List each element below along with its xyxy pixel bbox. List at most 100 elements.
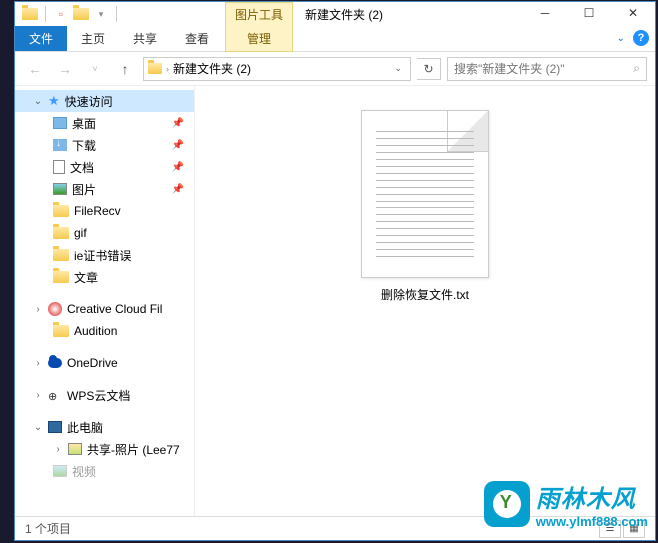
ribbon-tabs: 文件 主页 共享 查看 管理 ⌄ ? (15, 26, 655, 52)
divider (45, 6, 46, 22)
collapse-icon[interactable]: ⌄ (33, 96, 43, 107)
document-icon (53, 160, 65, 174)
sidebar-item-label: 快速访问 (65, 93, 113, 110)
contextual-tab-header: 图片工具 (225, 2, 293, 26)
folder-icon (53, 205, 69, 217)
qat-folder-icon[interactable] (72, 5, 90, 23)
breadcrumb: 新建文件夹 (2) (173, 60, 386, 77)
sidebar-item-desktop[interactable]: 桌面📌 (15, 112, 194, 134)
expand-icon[interactable]: › (33, 390, 43, 401)
sidebar-item-documents[interactable]: 文档 📌 (15, 156, 194, 178)
divider (116, 6, 117, 22)
creative-cloud-icon (48, 302, 62, 316)
view-switcher: ☰ ▦ (599, 520, 645, 538)
sidebar-item-label: OneDrive (67, 356, 118, 370)
pin-icon: 📌 (172, 118, 184, 129)
folder-icon (53, 325, 69, 337)
breadcrumb-item[interactable]: 新建文件夹 (2) (173, 60, 251, 77)
forward-button[interactable]: → (53, 57, 77, 81)
sidebar-item-label: 图片 (72, 181, 96, 198)
folder-icon (53, 249, 69, 261)
tab-share[interactable]: 共享 (119, 26, 171, 51)
sidebar-quick-access[interactable]: ⌄ ★ 快速访问 (15, 90, 194, 112)
sidebar-item-label: ie证书错误 (74, 247, 131, 264)
pin-icon: 📌 (172, 162, 184, 173)
sidebar-item-label: 文章 (74, 269, 98, 286)
up-button[interactable]: ↑ (113, 57, 137, 81)
help-icon[interactable]: ? (633, 30, 649, 46)
minimize-button[interactable]: ─ (523, 2, 567, 24)
close-button[interactable]: ✕ (611, 2, 655, 24)
back-button[interactable]: ← (23, 57, 47, 81)
sidebar-shared-photos[interactable]: › 共享-照片 (Lee77 (15, 438, 194, 460)
picture-icon (53, 183, 67, 195)
sidebar-item-filerecv[interactable]: FileRecv (15, 200, 194, 222)
file-item[interactable]: 删除恢复文件.txt (361, 110, 489, 303)
navigation-bar: ← → ˅ ↑ › 新建文件夹 (2) ⌄ ↻ ⌕ (15, 52, 655, 86)
recent-dropdown-icon[interactable]: ˅ (83, 57, 107, 81)
sidebar-item-label: 共享-照片 (Lee77 (87, 441, 180, 458)
window-title: 新建文件夹 (2) (305, 6, 383, 23)
picture-icon (68, 443, 82, 455)
status-bar: 1 个项目 ☰ ▦ (15, 516, 655, 540)
wps-icon: ⊕ (48, 390, 62, 400)
tab-home[interactable]: 主页 (67, 26, 119, 51)
sidebar-item-label: 下载 (72, 137, 96, 154)
search-input[interactable] (454, 62, 633, 76)
expand-icon[interactable]: › (53, 444, 63, 455)
onedrive-icon (48, 358, 62, 368)
window-controls: ─ ☐ ✕ (523, 2, 655, 24)
chevron-right-icon[interactable]: › (166, 64, 169, 74)
sidebar-item-label: 视频 (72, 463, 96, 480)
expand-icon[interactable]: › (33, 358, 43, 369)
star-icon: ★ (48, 93, 60, 109)
titlebar: ▫ ▾ 图片工具 新建文件夹 (2) ─ ☐ ✕ (15, 2, 655, 26)
ribbon-collapse-icon[interactable]: ⌄ (617, 33, 625, 44)
details-view-button[interactable]: ☰ (599, 520, 621, 538)
collapse-icon[interactable]: ⌄ (33, 422, 43, 433)
sidebar-item-label: WPS云文档 (67, 387, 130, 404)
sidebar-item-downloads[interactable]: 下载 📌 (15, 134, 194, 156)
sidebar-audition[interactable]: Audition (15, 320, 194, 342)
folder-icon (53, 271, 69, 283)
icons-view-button[interactable]: ▦ (623, 520, 645, 538)
sidebar-item-gif[interactable]: gif (15, 222, 194, 244)
sidebar-creative-cloud[interactable]: › Creative Cloud Fil (15, 298, 194, 320)
video-icon (53, 465, 67, 477)
sidebar-item-label: gif (74, 226, 87, 240)
explorer-window: ▫ ▾ 图片工具 新建文件夹 (2) ─ ☐ ✕ 文件 主页 共享 查看 管理 … (14, 1, 656, 541)
refresh-button[interactable]: ↻ (417, 58, 441, 80)
address-bar[interactable]: › 新建文件夹 (2) ⌄ (143, 57, 411, 81)
expand-icon[interactable]: › (33, 304, 43, 315)
quick-access-toolbar: ▫ ▾ (15, 5, 121, 23)
folder-icon[interactable] (21, 5, 39, 23)
sidebar-item-label: Creative Cloud Fil (67, 302, 162, 316)
sidebar-item-article[interactable]: 文章 (15, 266, 194, 288)
desktop-icon (53, 117, 67, 129)
sidebar-item-label: 文档 (70, 159, 94, 176)
search-icon[interactable]: ⌕ (633, 61, 640, 76)
tab-view[interactable]: 查看 (171, 26, 223, 51)
qat-dropdown-icon[interactable]: ▾ (92, 5, 110, 23)
sidebar-item-pictures[interactable]: 图片 📌 (15, 178, 194, 200)
pin-icon: 📌 (172, 184, 184, 195)
sidebar-this-pc[interactable]: ⌄此电脑 (15, 416, 194, 438)
address-dropdown-icon[interactable]: ⌄ (390, 63, 406, 74)
tab-file[interactable]: 文件 (15, 26, 67, 51)
search-box[interactable]: ⌕ (447, 57, 647, 81)
pin-icon: 📌 (172, 140, 184, 151)
tab-manage[interactable]: 管理 (225, 26, 293, 52)
properties-icon[interactable]: ▫ (52, 5, 70, 23)
download-icon (53, 139, 67, 151)
sidebar-item-label: FileRecv (74, 204, 121, 218)
tool-tab-label: 图片工具 (235, 6, 283, 23)
sidebar-onedrive[interactable]: › OneDrive (15, 352, 194, 374)
maximize-button[interactable]: ☐ (567, 2, 611, 24)
sidebar-videos[interactable]: 视频 (15, 460, 194, 482)
body: ⌄ ★ 快速访问 桌面📌 下载 📌 文档 📌 图片 📌 FileRecv gif ie… (15, 86, 655, 516)
sidebar-item-ie[interactable]: ie证书错误 (15, 244, 194, 266)
item-count: 1 个项目 (25, 520, 71, 537)
folder-icon (148, 63, 162, 74)
sidebar-wps[interactable]: › ⊕ WPS云文档 (15, 384, 194, 406)
file-list[interactable]: 删除恢复文件.txt (195, 86, 655, 516)
